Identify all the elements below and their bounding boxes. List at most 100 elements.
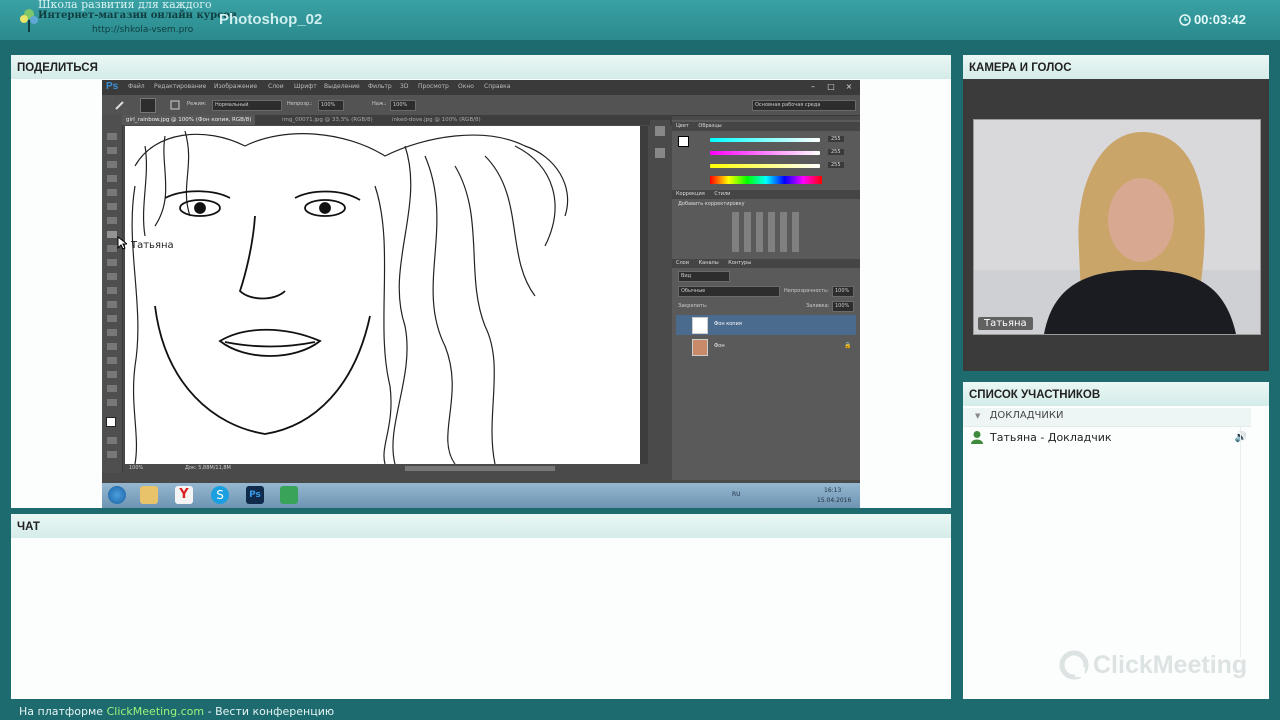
ps-minimize-icon[interactable]: – xyxy=(806,81,820,92)
brush-tool-active-icon[interactable] xyxy=(107,231,117,238)
ps-menu-item[interactable]: Изображение xyxy=(214,83,257,90)
ps-close-icon[interactable]: × xyxy=(842,81,856,92)
blue-value[interactable]: 255 xyxy=(828,162,844,168)
ps-canvas[interactable] xyxy=(125,126,640,464)
layer-name[interactable]: Фон копия xyxy=(714,321,742,327)
skype-taskbar-icon[interactable]: S xyxy=(211,486,229,504)
windows-taskbar: Y S Ps RU 16:13 15.04.2016 xyxy=(102,483,860,508)
participants-scrollbar[interactable] xyxy=(1240,427,1241,657)
photoshop-screen-share[interactable]: Ps Файл Редактирование Изображение Слои … xyxy=(102,80,860,508)
mouse-cursor-icon xyxy=(117,236,127,250)
ps-menu-item[interactable]: Фильтр xyxy=(368,83,392,90)
ps-menu-bar: Ps Файл Редактирование Изображение Слои … xyxy=(102,80,860,95)
wand-tool-icon[interactable] xyxy=(107,175,117,182)
workspace-select[interactable]: Основная рабочая среда xyxy=(752,100,856,111)
ps-menu-item[interactable]: Справка xyxy=(484,83,510,90)
participants-panel: СПИСОК УЧАСТНИКОВ ▼ ДОКЛАДЧИКИ Татьяна -… xyxy=(963,382,1269,699)
yandex-browser-taskbar-icon[interactable]: Y xyxy=(175,486,193,504)
ps-menu-item[interactable]: Файл xyxy=(128,83,145,90)
ps-menu-item[interactable]: 3D xyxy=(400,83,408,90)
path-select-icon[interactable] xyxy=(107,357,117,364)
doc-tab[interactable]: inked-dove.jpg @ 100% (RGB/8) xyxy=(388,115,485,125)
pen-tool-icon[interactable] xyxy=(107,329,117,336)
eyedropper-tool-icon[interactable] xyxy=(107,203,117,210)
quickmask-icon[interactable] xyxy=(107,437,117,444)
dodge-tool-icon[interactable] xyxy=(107,315,117,322)
collapse-arrow-icon[interactable]: ▼ xyxy=(975,412,980,420)
paths-tab[interactable]: Контуры xyxy=(728,260,751,266)
start-button-icon[interactable] xyxy=(108,486,126,504)
ps-menu-item[interactable]: Выделение xyxy=(324,83,360,90)
ps-menu-item[interactable]: Редактирование xyxy=(154,83,206,90)
taskbar-language[interactable]: RU xyxy=(732,491,741,498)
photoshop-taskbar-icon[interactable]: Ps xyxy=(246,486,264,504)
camera-panel-title: КАМЕРА И ГОЛОС xyxy=(963,55,1269,79)
green-value[interactable]: 255 xyxy=(828,149,844,155)
blur-tool-icon[interactable] xyxy=(107,301,117,308)
blend-mode-select[interactable]: Обычные xyxy=(678,286,780,297)
brush-tool-icon[interactable] xyxy=(114,99,126,111)
status-zoom[interactable]: 100% xyxy=(129,464,143,473)
group-name: ДОКЛАДЧИКИ xyxy=(989,410,1064,421)
type-tool-icon[interactable] xyxy=(107,343,117,350)
blue-slider[interactable] xyxy=(710,164,820,168)
layers-tab[interactable]: Слои xyxy=(676,260,689,266)
shape-tool-icon[interactable] xyxy=(107,371,117,378)
color-fg-swatch[interactable] xyxy=(678,136,689,147)
doc-tab[interactable]: img_00071.jpg @ 33,3% (RGB/8) xyxy=(278,115,377,125)
red-slider[interactable] xyxy=(710,138,820,142)
doc-tab-active[interactable]: girl_rainbow.jpg @ 100% (Фон копия, RGB/… xyxy=(122,115,256,125)
layer-thumbnail xyxy=(692,317,708,334)
layer-row-active[interactable]: Фон копия xyxy=(676,315,856,335)
layer-row[interactable]: Фон 🔒 xyxy=(676,337,856,357)
participant-row[interactable]: Татьяна - Докладчик xyxy=(970,430,1112,444)
fill-input[interactable]: 100% xyxy=(832,301,854,312)
green-slider[interactable] xyxy=(710,151,820,155)
history-panel-icon[interactable] xyxy=(655,126,665,136)
actions-panel-icon[interactable] xyxy=(655,148,665,158)
hand-tool-icon[interactable] xyxy=(107,385,117,392)
logo-url[interactable]: http://shkola-vsem.pro xyxy=(92,25,193,35)
press-input[interactable]: 100% xyxy=(390,100,416,111)
brush-size-picker[interactable] xyxy=(140,98,156,113)
canvas-horizontal-scrollbar[interactable] xyxy=(405,466,555,471)
red-value[interactable]: 255 xyxy=(828,136,844,142)
layer-opacity-input[interactable]: 100% xyxy=(832,286,854,297)
group-header[interactable]: ▼ ДОКЛАДЧИКИ xyxy=(975,410,1063,421)
opacity-input[interactable]: 100% xyxy=(318,100,344,111)
screen-mode-icon[interactable] xyxy=(107,451,117,458)
adjustment-icons-grid[interactable] xyxy=(732,212,802,252)
layer-kind-filter[interactable]: Вид xyxy=(678,271,730,282)
heal-tool-icon[interactable] xyxy=(107,217,117,224)
layer-name[interactable]: Фон xyxy=(714,343,725,349)
ps-menu-item[interactable]: Шрифт xyxy=(294,83,317,90)
color-spectrum[interactable] xyxy=(710,176,822,184)
move-tool-icon[interactable] xyxy=(107,133,117,140)
adjust-tab[interactable]: Коррекция xyxy=(676,191,705,197)
swatches-tab[interactable]: Образцы xyxy=(698,123,721,129)
lasso-tool-icon[interactable] xyxy=(107,161,117,168)
canvas-vertical-scrollbar[interactable] xyxy=(640,126,648,464)
webcam-video[interactable]: Татьяна xyxy=(973,119,1261,335)
gradient-tool-icon[interactable] xyxy=(107,287,117,294)
marquee-tool-icon[interactable] xyxy=(107,147,117,154)
styles-tab[interactable]: Стили xyxy=(714,191,730,197)
zoom-tool-icon[interactable] xyxy=(107,399,117,406)
mode-select[interactable]: Нормальный xyxy=(212,100,282,111)
color-tab[interactable]: Цвет xyxy=(676,123,689,129)
ps-menu-item[interactable]: Просмотр xyxy=(418,83,449,90)
layer-thumbnail xyxy=(692,339,708,356)
ps-maximize-icon[interactable]: □ xyxy=(824,81,838,92)
foreground-color-swatch[interactable] xyxy=(106,417,116,427)
app-taskbar-icon[interactable] xyxy=(280,486,298,504)
crop-tool-icon[interactable] xyxy=(107,189,117,196)
ps-menu-item[interactable]: Слои xyxy=(268,83,284,90)
eraser-tool-icon[interactable] xyxy=(107,273,117,280)
footer-link[interactable]: ClickMeeting.com xyxy=(107,705,205,718)
explorer-taskbar-icon[interactable] xyxy=(140,486,158,504)
channels-tab[interactable]: Каналы xyxy=(699,260,719,266)
history-brush-icon[interactable] xyxy=(107,259,117,266)
brush-panel-icon[interactable] xyxy=(170,100,180,110)
stamp-tool-icon[interactable] xyxy=(107,245,117,252)
ps-menu-item[interactable]: Окно xyxy=(458,83,474,90)
